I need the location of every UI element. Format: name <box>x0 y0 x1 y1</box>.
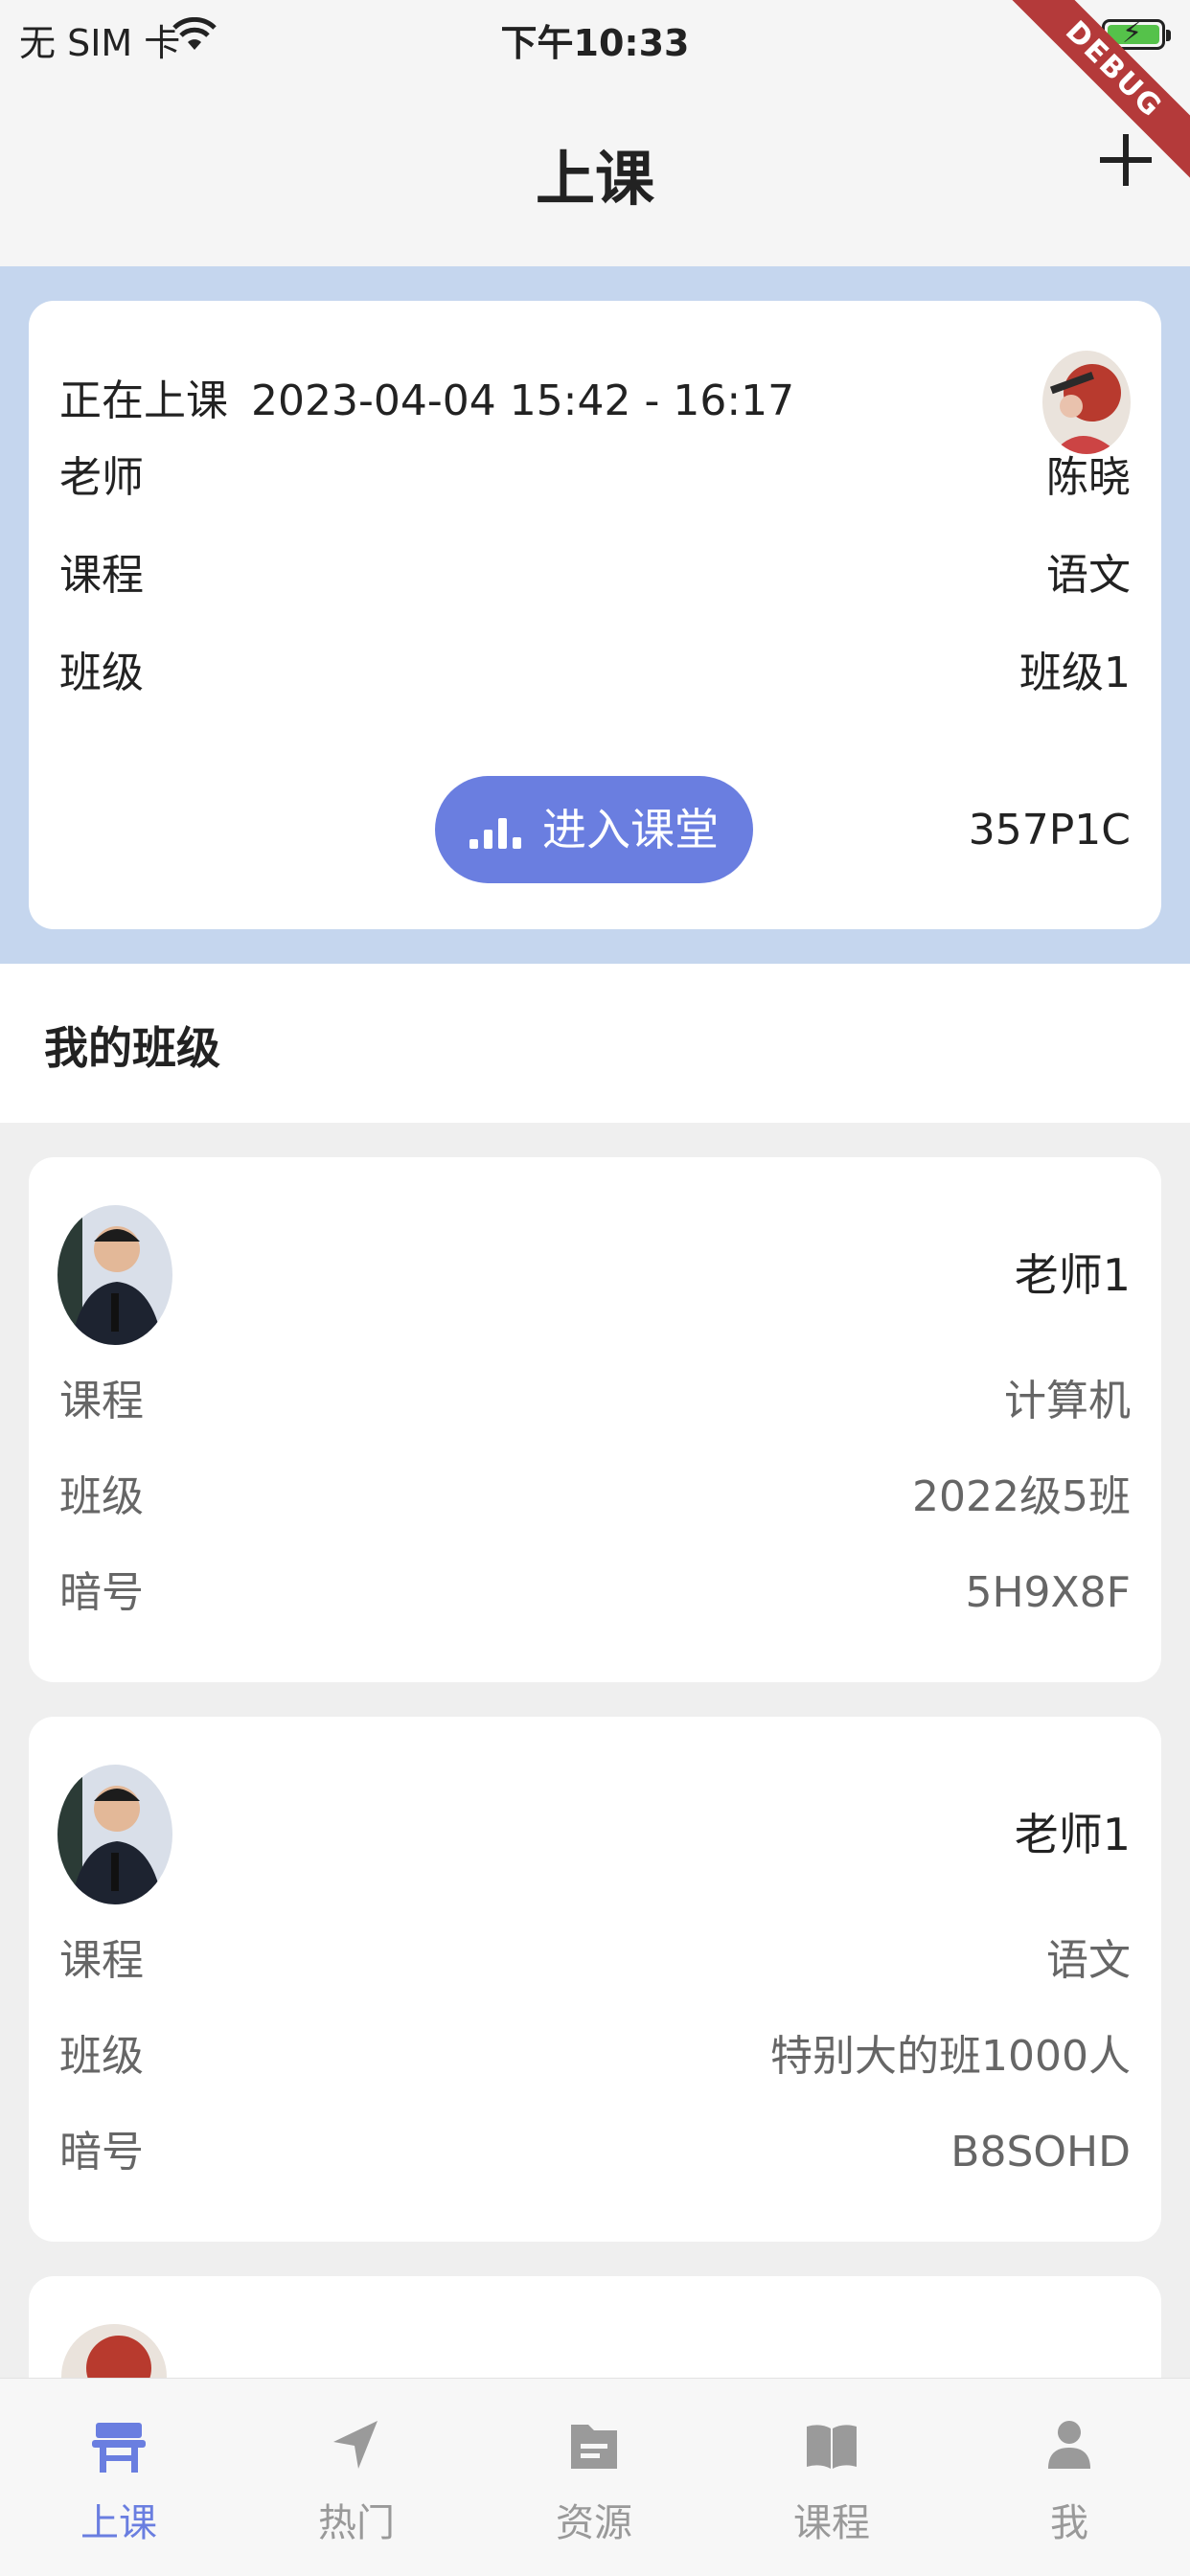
signal-bars-icon <box>469 810 521 849</box>
teacher-name: 老师1 <box>1014 1249 1131 1301</box>
course-name: 语文 <box>1046 1936 1131 1985</box>
section-title: 我的班级 <box>44 1022 220 1074</box>
teacher-avatar <box>1042 351 1131 454</box>
class-name: 特别大的班1000人 <box>770 2032 1131 2081</box>
lesson-code: 357P1C <box>968 806 1131 855</box>
teacher-row: 老师 陈晓 <box>59 445 1131 512</box>
tab-resources[interactable]: 资源 <box>475 2379 713 2576</box>
class-name: 班级1 <box>1019 649 1131 697</box>
book-icon <box>807 2425 857 2469</box>
tab-label: 热门 <box>318 2501 395 2545</box>
class-code: B8SOHD <box>950 2128 1131 2177</box>
class-card[interactable]: 老师1 课程 计算机 班级 2022级5班 暗号 5H9X8F <box>29 1157 1161 1682</box>
class-label: 班级 <box>59 649 144 697</box>
desk-icon <box>92 2423 146 2473</box>
tab-label: 课程 <box>793 2501 870 2545</box>
clock: 下午10:33 <box>500 22 690 64</box>
class-row: 班级 2022级5班 <box>59 1464 1131 1531</box>
navigation-arrow-icon <box>333 2421 378 2469</box>
tab-me[interactable]: 我 <box>950 2379 1188 2576</box>
lesson-status: 正在上课 <box>59 376 228 425</box>
top-bar: 无 SIM 卡 下午10:33 ⚡ DEBUG 上课 <box>0 0 1190 266</box>
course-name: 语文 <box>1046 551 1131 600</box>
class-label: 班级 <box>59 1472 144 1521</box>
class-row: 班级 班级1 <box>59 640 1131 707</box>
code-row: 暗号 B8SOHD <box>59 2119 1131 2186</box>
teacher-name: 陈晓 <box>1046 453 1131 502</box>
tab-label: 资源 <box>556 2501 632 2545</box>
class-label: 班级 <box>59 2032 144 2081</box>
class-code: 5H9X8F <box>965 1568 1131 1617</box>
teacher-name: 老师1 <box>1014 1809 1131 1860</box>
tab-courses[interactable]: 课程 <box>713 2379 950 2576</box>
my-classes-header: 我的班级 <box>0 964 1190 1123</box>
class-row: 班级 特别大的班1000人 <box>59 2023 1131 2090</box>
bottom-tab-bar: 上课 热门 资源 课程 我 <box>0 2378 1190 2576</box>
tab-label: 上课 <box>80 2501 157 2545</box>
page-title: 上课 <box>535 144 654 214</box>
plus-icon[interactable] <box>1100 134 1152 186</box>
enter-button-label: 进入课堂 <box>542 804 719 855</box>
teacher-avatar <box>57 1205 172 1345</box>
class-card[interactable]: 老师1 课程 语文 班级 特别大的班1000人 暗号 B8SOHD <box>29 1717 1161 2242</box>
current-lesson-card[interactable]: 正在上课 2023-04-04 15:42 - 16:17 老师 陈晓 课程 语文… <box>29 301 1161 929</box>
tab-label: 我 <box>1050 2501 1088 2545</box>
course-row: 课程 语文 <box>59 1927 1131 1995</box>
folder-icon <box>571 2425 617 2469</box>
course-label: 课程 <box>59 1936 144 1985</box>
person-icon <box>1048 2421 1090 2469</box>
teacher-avatar <box>57 1765 172 1904</box>
course-label: 课程 <box>59 551 144 600</box>
status-bar: 无 SIM 卡 下午10:33 ⚡ <box>0 0 1190 73</box>
teacher-label: 老师 <box>59 453 144 502</box>
code-label: 暗号 <box>59 1568 144 1617</box>
current-lesson-section: 正在上课 2023-04-04 15:42 - 16:17 老师 陈晓 课程 语文… <box>0 266 1190 964</box>
course-row: 课程 语文 <box>59 542 1131 609</box>
course-name: 计算机 <box>1004 1377 1131 1425</box>
class-name: 2022级5班 <box>912 1472 1131 1521</box>
enter-classroom-button[interactable]: 进入课堂 <box>435 776 753 883</box>
lesson-time-range: 2023-04-04 15:42 - 16:17 <box>251 376 795 425</box>
course-label: 课程 <box>59 1377 144 1425</box>
course-row: 课程 计算机 <box>59 1368 1131 1435</box>
code-label: 暗号 <box>59 2128 144 2177</box>
code-row: 暗号 5H9X8F <box>59 1560 1131 1627</box>
tab-hot[interactable]: 热门 <box>238 2379 475 2576</box>
tab-class[interactable]: 上课 <box>0 2379 238 2576</box>
lesson-header: 正在上课 2023-04-04 15:42 - 16:17 <box>59 368 1131 435</box>
